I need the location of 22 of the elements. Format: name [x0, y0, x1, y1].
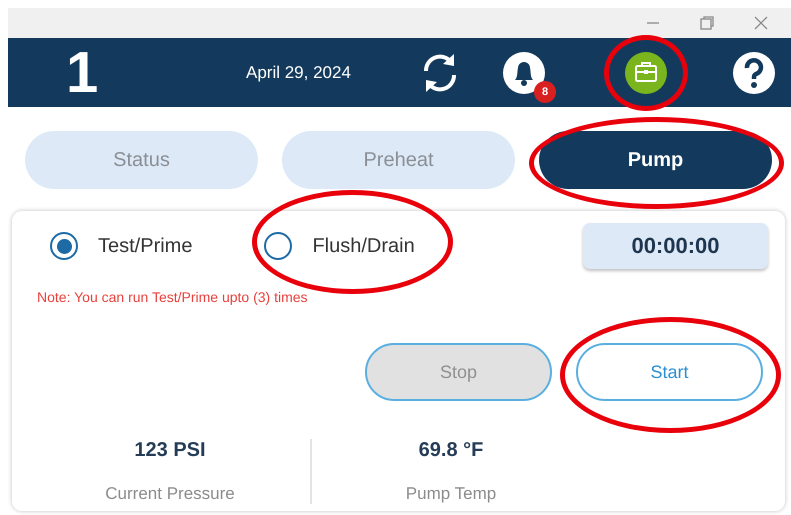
radio-label: Flush/Drain: [312, 234, 415, 258]
notification-badge: 8: [534, 80, 556, 102]
radio-button[interactable]: [264, 232, 292, 260]
radio-button[interactable]: [50, 232, 78, 260]
bell-icon[interactable]: [502, 50, 546, 94]
timer-display: 00:00:00: [583, 223, 768, 269]
tab[interactable]: Status: [25, 131, 258, 189]
reading-value: 123 PSI: [134, 439, 206, 462]
help-icon[interactable]: [732, 50, 776, 94]
action-button[interactable]: Start: [576, 343, 763, 401]
radio-label: Test/Prime: [98, 234, 192, 258]
tab[interactable]: Pump: [539, 131, 772, 189]
close-icon[interactable]: [753, 15, 769, 31]
tab[interactable]: Preheat: [282, 131, 515, 189]
reading-label: Current Pressure: [105, 484, 235, 504]
logo-text: 1: [66, 39, 100, 106]
date-text: April 29, 2024: [246, 62, 352, 82]
restore-icon[interactable]: [699, 15, 715, 31]
reading-label: Pump Temp: [406, 484, 496, 504]
note-text: Note: You can run Test/Prime upto (3) times: [37, 289, 309, 305]
reading-value: 69.8 °F: [418, 439, 484, 462]
toolbox-icon[interactable]: [624, 50, 668, 94]
